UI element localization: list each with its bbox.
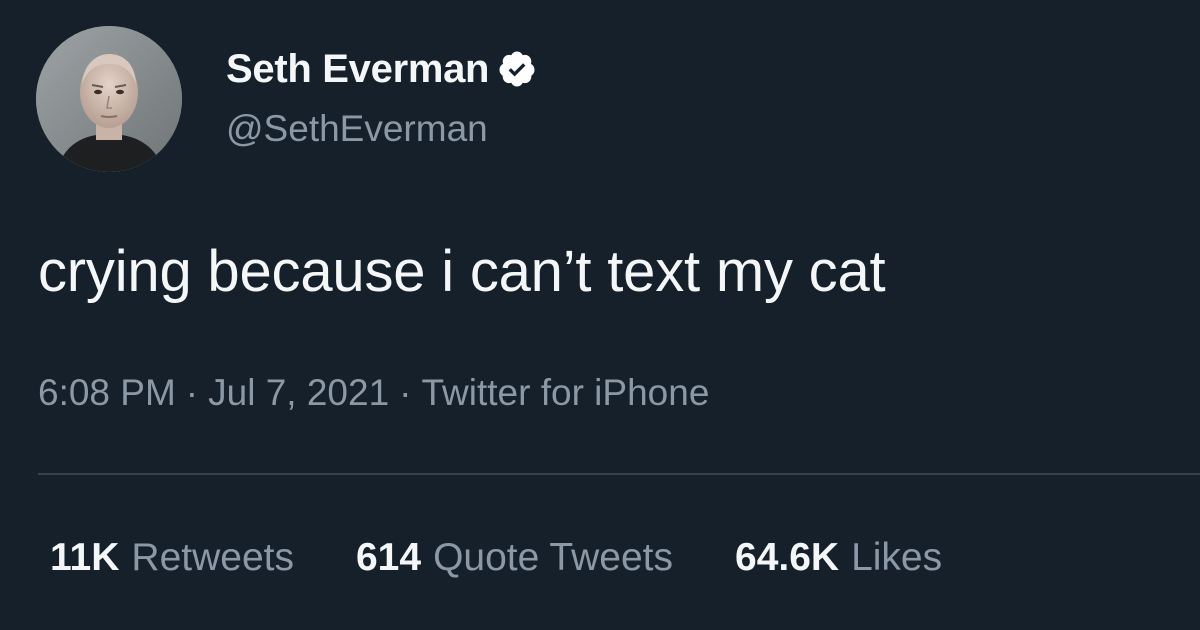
- retweets-stat[interactable]: 11K Retweets: [50, 536, 294, 580]
- engagement-stats: 11K Retweets 614 Quote Tweets 64.6K Like…: [50, 536, 942, 580]
- tweet-source[interactable]: Twitter for iPhone: [421, 372, 709, 414]
- avatar[interactable]: [36, 26, 182, 172]
- quote-tweets-stat[interactable]: 614 Quote Tweets: [356, 536, 673, 580]
- quote-tweets-label: Quote Tweets: [433, 536, 673, 579]
- tweet-meta: 6:08 PM · Jul 7, 2021 · Twitter for iPho…: [38, 372, 709, 414]
- likes-label: Likes: [851, 536, 943, 579]
- display-name[interactable]: Seth Everman: [226, 47, 489, 92]
- tweet-text: crying because i can’t text my cat: [38, 239, 886, 304]
- tweet-card: Seth Everman @SethEverman crying because…: [0, 0, 1200, 630]
- user-handle[interactable]: @SethEverman: [226, 108, 488, 150]
- retweets-label: Retweets: [131, 536, 294, 579]
- quote-tweets-count: 614: [355, 536, 422, 579]
- likes-count: 64.6K: [735, 536, 840, 579]
- meta-separator: ·: [399, 372, 412, 413]
- tweet-date[interactable]: Jul 7, 2021: [208, 372, 389, 414]
- verified-badge-icon: [497, 49, 537, 89]
- divider: [38, 473, 1200, 475]
- meta-separator: ·: [185, 372, 199, 413]
- likes-stat[interactable]: 64.6K Likes: [735, 536, 942, 580]
- display-name-row: Seth Everman: [226, 46, 537, 92]
- tweet-time[interactable]: 6:08 PM: [38, 372, 176, 414]
- retweets-count: 11K: [50, 536, 120, 579]
- avatar-photo-icon: [36, 26, 182, 172]
